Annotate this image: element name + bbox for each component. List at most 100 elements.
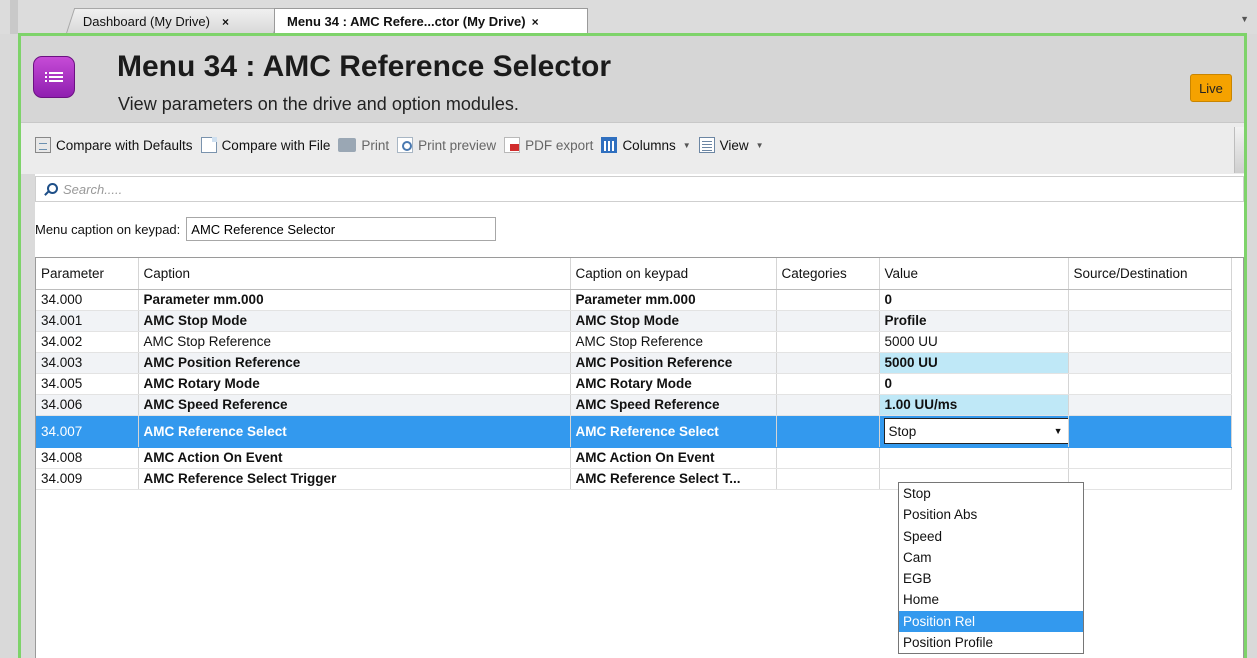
column-header-caption[interactable]: Caption: [138, 258, 571, 290]
document-icon: [200, 137, 217, 153]
table-row[interactable]: 34.000 Parameter mm.000 Parameter mm.000…: [36, 289, 1232, 311]
table-header-row: Parameter Caption Caption on keypad Cate…: [36, 258, 1232, 290]
compare-with-defaults-label: Compare with Defaults: [56, 137, 193, 153]
categories-cell: [776, 447, 880, 469]
view-icon: [698, 137, 715, 153]
tab-dashboard[interactable]: Dashboard (My Drive) ×: [65, 8, 283, 34]
source-destination-cell: [1068, 352, 1232, 374]
caption-cell: AMC Stop Reference: [138, 331, 571, 353]
value-cell[interactable]: 1.00 UU/ms: [879, 394, 1069, 416]
table-row[interactable]: 34.001 AMC Stop Mode AMC Stop Mode Profi…: [36, 310, 1232, 332]
keypad-caption-cell: AMC Reference Select T...: [570, 468, 777, 490]
print-button[interactable]: Print: [338, 138, 389, 153]
categories-cell: [776, 352, 880, 374]
categories-cell: [776, 394, 880, 416]
value-select-chevron-down-icon[interactable]: ▼: [1054, 426, 1063, 436]
parameter-cell: 34.002: [36, 331, 139, 353]
dropdown-option-position-profile[interactable]: Position Profile: [899, 632, 1083, 653]
tab-menu-34-label: Menu 34 : AMC Refere...ctor (My Drive): [287, 14, 526, 29]
table-row[interactable]: 34.008 AMC Action On Event AMC Action On…: [36, 447, 1232, 469]
tab-list-chevron-down-icon[interactable]: ▼: [1240, 14, 1249, 24]
table-row[interactable]: 34.003 AMC Position Reference AMC Positi…: [36, 352, 1232, 374]
page-subtitle: View parameters on the drive and option …: [118, 94, 519, 114]
dropdown-option-position-rel[interactable]: Position Rel: [899, 610, 1083, 633]
dropdown-option-stop[interactable]: Stop: [899, 483, 1083, 504]
caption-cell: AMC Reference Select Trigger: [138, 468, 571, 490]
caption-cell: AMC Stop Mode: [138, 310, 571, 332]
caption-cell: AMC Position Reference: [138, 352, 571, 374]
source-destination-cell: [1068, 331, 1232, 353]
dropdown-option-cam[interactable]: Cam: [899, 547, 1083, 568]
pdf-export-button[interactable]: PDF export: [504, 137, 593, 153]
search-bar: [35, 176, 1244, 202]
print-preview-icon: [397, 137, 414, 153]
tab-menu-34[interactable]: Menu 34 : AMC Refere...ctor (My Drive) ×: [274, 8, 588, 34]
parameter-table: Parameter Caption Caption on keypad Cate…: [36, 258, 1232, 490]
parameter-cell: 34.008: [36, 447, 139, 469]
source-destination-cell: [1068, 415, 1232, 448]
keypad-caption-cell: AMC Stop Reference: [570, 331, 777, 353]
table-row[interactable]: 34.006 AMC Speed Reference AMC Speed Ref…: [36, 394, 1232, 416]
keypad-caption-row: Menu caption on keypad:: [35, 215, 497, 243]
caption-cell: AMC Rotary Mode: [138, 373, 571, 395]
tab-strip-edge: [10, 0, 18, 34]
search-input[interactable]: [63, 181, 463, 197]
pdf-icon: [504, 137, 521, 153]
value-select[interactable]: Stop ▼: [883, 418, 1067, 444]
column-header-source-destination[interactable]: Source/Destination: [1068, 258, 1232, 290]
keypad-caption-cell: AMC Position Reference: [570, 352, 777, 374]
value-cell[interactable]: Profile: [879, 310, 1069, 332]
dropdown-option-position-abs[interactable]: Position Abs: [899, 504, 1083, 525]
column-header-caption-on-keypad[interactable]: Caption on keypad: [570, 258, 777, 290]
print-preview-button[interactable]: Print preview: [397, 137, 496, 153]
caption-cell: AMC Action On Event: [138, 447, 571, 469]
caption-cell: AMC Speed Reference: [138, 394, 571, 416]
columns-dropdown-button[interactable]: Columns ▼: [601, 137, 691, 153]
source-destination-cell: [1068, 310, 1232, 332]
table-row[interactable]: 34.002 AMC Stop Reference AMC Stop Refer…: [36, 331, 1232, 353]
value-select-current: Stop: [888, 423, 917, 439]
toolbar-overflow-scrollbar[interactable]: [1234, 127, 1244, 173]
categories-cell: [776, 310, 880, 332]
table-row-selected[interactable]: 34.007 AMC Reference Select AMC Referenc…: [36, 415, 1232, 448]
columns-label: Columns: [622, 137, 676, 153]
tab-dashboard-close-icon[interactable]: ×: [222, 15, 229, 29]
dropdown-option-egb[interactable]: EGB: [899, 568, 1083, 589]
keypad-caption-label: Menu caption on keypad:: [35, 221, 181, 237]
column-header-value[interactable]: Value: [879, 258, 1069, 290]
source-destination-cell: [1068, 289, 1232, 311]
column-header-categories[interactable]: Categories: [776, 258, 880, 290]
compare-with-file-button[interactable]: Compare with File: [200, 137, 330, 153]
dropdown-option-home[interactable]: Home: [899, 589, 1083, 610]
content-panel: Menu caption on keypad: Parameter Captio…: [35, 174, 1244, 658]
keypad-caption-cell: AMC Stop Mode: [570, 310, 777, 332]
column-header-parameter[interactable]: Parameter: [36, 258, 139, 290]
caption-cell: Parameter mm.000: [138, 289, 571, 311]
parameter-cell: 34.005: [36, 373, 139, 395]
dropdown-option-speed[interactable]: Speed: [899, 526, 1083, 547]
table-row[interactable]: 34.005 AMC Rotary Mode AMC Rotary Mode 0: [36, 373, 1232, 395]
value-cell[interactable]: 5000 UU: [879, 331, 1069, 353]
search-icon: [44, 182, 58, 196]
view-label: View: [719, 137, 749, 153]
tab-menu-34-close-icon[interactable]: ×: [532, 15, 539, 29]
categories-cell: [776, 468, 880, 490]
keypad-caption-input[interactable]: [186, 217, 497, 241]
categories-cell: [776, 373, 880, 395]
value-cell[interactable]: 5000 UU: [879, 352, 1069, 374]
view-dropdown-button[interactable]: View ▼: [698, 137, 764, 153]
view-chevron-down-icon: ▼: [755, 140, 764, 150]
keypad-caption-cell: AMC Reference Select: [570, 415, 777, 448]
value-cell[interactable]: [879, 447, 1069, 469]
value-cell[interactable]: 0: [879, 373, 1069, 395]
columns-chevron-down-icon: ▼: [682, 140, 691, 150]
caption-cell: AMC Reference Select: [138, 415, 571, 448]
categories-cell: [776, 415, 880, 448]
keypad-caption-cell: AMC Speed Reference: [570, 394, 777, 416]
parameter-cell: 34.001: [36, 310, 139, 332]
compare-with-defaults-button[interactable]: Compare with Defaults: [35, 137, 193, 153]
document-frame: Menu 34 : AMC Reference Selector View pa…: [18, 33, 1247, 658]
value-cell[interactable]: 0: [879, 289, 1069, 311]
pdf-export-label: PDF export: [525, 137, 594, 153]
toolbar: Compare with Defaults Compare with File …: [21, 122, 1244, 174]
